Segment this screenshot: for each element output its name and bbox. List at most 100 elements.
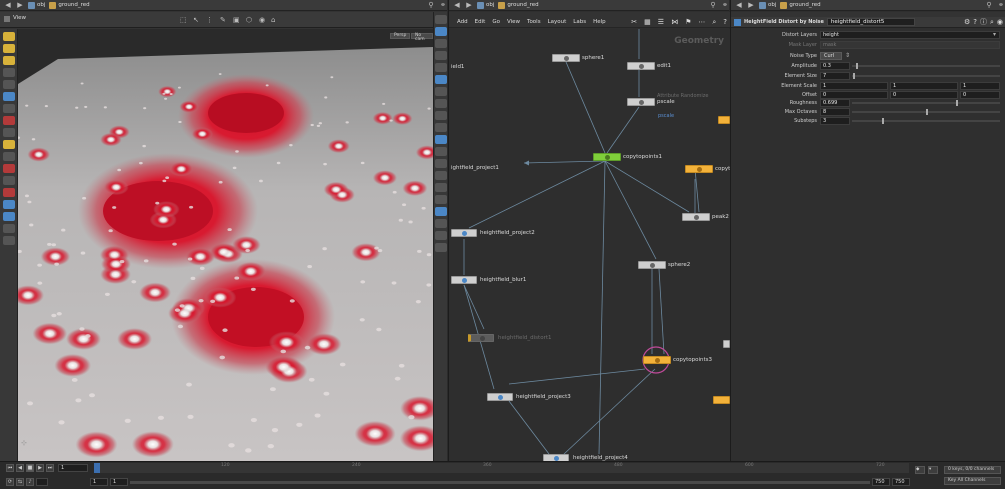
node-sphere2[interactable] [638,261,666,269]
max-octaves-slider[interactable] [852,109,1000,115]
menu-layout[interactable]: Layout [548,19,567,25]
display-icon-10[interactable] [434,123,447,132]
max-octaves-field[interactable]: 8 [820,108,850,116]
node-edit1[interactable] [627,62,655,70]
node-heightfield-project2[interactable] [451,229,477,237]
jump-end-icon[interactable]: ⏭ [46,464,54,472]
display-icon-19[interactable] [434,231,447,240]
slider-knob[interactable] [852,73,855,79]
substeps-field[interactable]: 3 [820,117,850,125]
playhead[interactable] [94,463,100,473]
display-icon-12[interactable] [434,147,447,156]
camera-button[interactable]: No cam [411,33,433,42]
element-scale-x[interactable]: 1 [820,82,888,90]
link-icon[interactable]: ⚭ [997,1,1005,9]
forward-arrow-icon[interactable]: ▶ [747,1,755,9]
element-scale-z[interactable]: 1 [960,82,1000,90]
node-copytopoints3[interactable] [643,356,671,364]
orbit-tool-icon[interactable] [2,212,15,221]
hide-icon[interactable]: ◉ [997,18,1003,26]
gear-icon[interactable]: ⚙ [964,18,970,26]
element-size-field[interactable]: 7 [820,72,850,80]
link-icon[interactable]: ⚭ [721,1,729,9]
dropdown-arrow-icon[interactable]: ▾ [993,31,996,38]
start-range-field[interactable]: 1 [110,478,128,486]
node-pscale[interactable] [627,98,655,106]
roughness-field[interactable]: 0.699 [820,99,850,107]
display-icon-16[interactable] [434,195,447,204]
key-options-icon[interactable]: ▾ [928,466,938,474]
dropdown-arrow-icon[interactable]: ⇕ [845,52,850,59]
display-options-icon[interactable]: ▣ [233,16,241,24]
roughness-slider[interactable] [852,100,1000,106]
network-path-node[interactable]: ground_red [498,1,539,9]
list-icon[interactable]: ☰ [658,18,664,26]
menu-labs[interactable]: Labs [573,19,586,25]
measure-tool-icon[interactable] [2,176,15,185]
brush-tool-icon[interactable] [2,140,15,149]
node-heightfield-project3[interactable] [487,393,513,401]
slider-knob[interactable] [856,63,859,69]
slider-knob[interactable] [926,109,928,115]
node-offscreen-yellow-1[interactable] [718,116,730,124]
display-icon-6[interactable] [434,75,447,84]
render-region-icon[interactable]: ◉ [259,16,267,24]
display-icon-8[interactable] [434,99,447,108]
element-size-slider[interactable] [852,73,1000,79]
node-heightfield-distort1[interactable] [468,334,494,342]
node-peak2[interactable] [682,213,710,221]
help-icon[interactable]: ? [973,18,977,26]
menu-help[interactable]: Help [593,19,606,25]
display-icon-13[interactable] [434,159,447,168]
info-icon[interactable]: ⓘ [980,17,987,27]
flag-tool-icon[interactable] [2,164,15,173]
realtime-icon[interactable]: ⟳ [6,478,14,486]
cone-tool-icon[interactable] [2,224,15,233]
audio-icon[interactable]: ♪ [26,478,34,486]
display-icon-18[interactable] [434,219,447,228]
display-icon-15[interactable] [434,183,447,192]
menu-tools[interactable]: Tools [527,19,541,25]
forward-arrow-icon[interactable]: ▶ [16,1,24,9]
frame-ruler[interactable]: 120 240 360 480 600 720 [94,463,909,473]
viewer-path-context[interactable]: obj [28,1,45,9]
node-copytopoints1[interactable] [593,153,621,161]
search-icon[interactable]: ⌕ [990,18,994,27]
paint-tool-icon[interactable] [2,128,15,137]
offset-x[interactable]: 0 [820,91,888,99]
mask-layer-field[interactable]: mask [820,41,1000,49]
sculpt-tool-icon[interactable] [2,152,15,161]
grid-icon[interactable]: ▦ [644,18,651,26]
grid-snap-icon[interactable]: ⋮ [206,16,214,24]
back-arrow-icon[interactable]: ◀ [4,1,12,9]
menu-go[interactable]: Go [492,19,500,25]
display-icon-20[interactable] [434,243,447,252]
wrench-icon[interactable]: ✂ [631,18,637,26]
node-offscreen-yellow-2[interactable] [713,396,730,404]
current-frame-field[interactable]: 1 [58,464,88,472]
lasso-tool-icon[interactable] [2,200,15,209]
back-arrow-icon[interactable]: ◀ [735,1,743,9]
network-path-context[interactable]: obj [477,1,494,9]
noise-type-dropdown[interactable]: Curl [820,52,842,60]
display-icon-2[interactable] [434,27,447,36]
viewer-path-node[interactable]: ground_red [49,1,90,9]
end-range-field[interactable]: 750 [872,478,890,486]
param-path-node[interactable]: ground_red [780,1,821,9]
back-arrow-icon[interactable]: ◀ [453,1,461,9]
node-heightfield-project4[interactable] [543,454,569,461]
menu-add[interactable]: Add [457,19,468,25]
pin-icon[interactable]: ⚲ [427,1,435,9]
viewer-tab-label[interactable]: View [13,15,26,21]
viewport-3d[interactable]: Persp No cam ⊹ [18,29,433,461]
menu-edit[interactable]: Edit [475,19,486,25]
node-heightfield-blur1[interactable] [451,276,477,284]
display-icon-4[interactable] [434,51,447,60]
display-icon-5[interactable] [434,63,447,72]
param-path-context[interactable]: obj [759,1,776,9]
network-canvas[interactable]: Geometry sphere1 edit1 Attribute Randomi… [449,29,730,461]
select-tool-icon[interactable] [2,32,15,41]
end-frame-field[interactable]: 750 [892,478,910,486]
display-icon-11[interactable] [434,135,447,144]
play-reverse-icon[interactable]: ◀ [16,464,24,472]
